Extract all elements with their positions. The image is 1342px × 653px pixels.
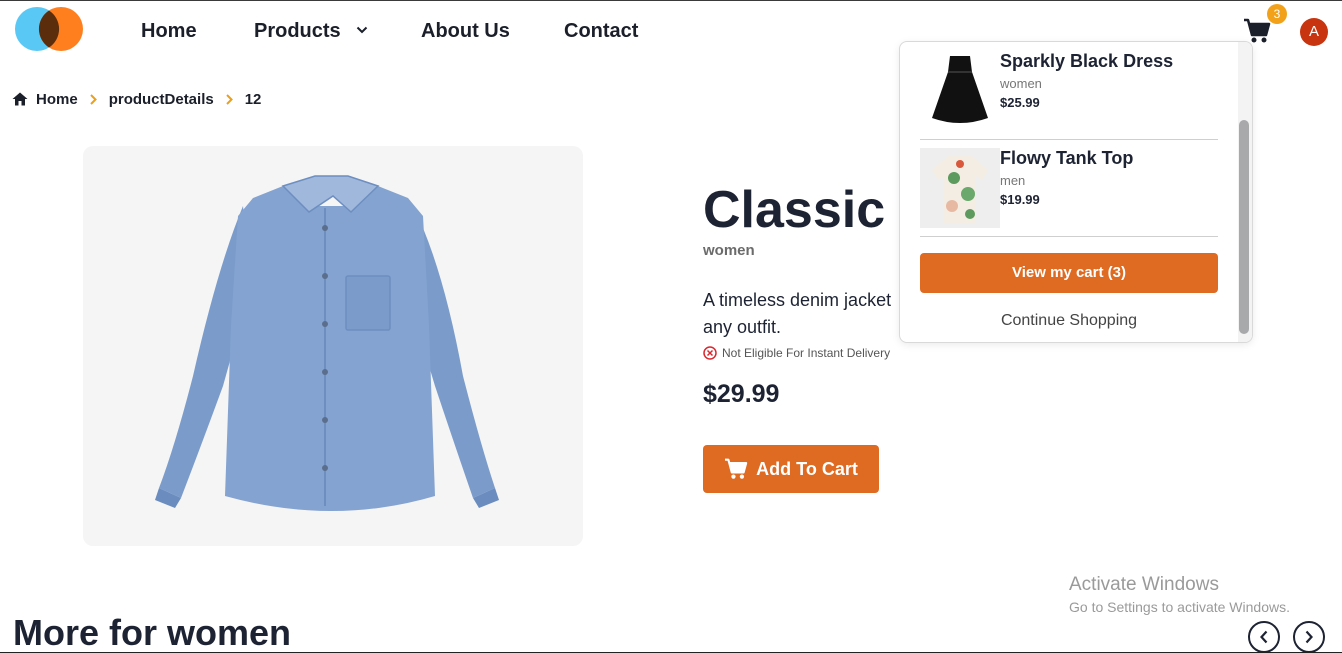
cart-item-category: women <box>1000 76 1042 91</box>
nav-home[interactable]: Home <box>141 20 197 43</box>
delivery-status: Not Eligible For Instant Delivery <box>703 346 890 360</box>
product-category: women <box>703 242 755 259</box>
breadcrumb-product-details[interactable]: productDetails <box>109 91 214 108</box>
cart-item-image <box>920 148 1000 228</box>
cart-item-image <box>920 50 1000 130</box>
nav-products-label: Products <box>254 20 341 42</box>
carousel-prev-button[interactable] <box>1248 621 1280 653</box>
activation-watermark: Activate Windows Go to Settings to activ… <box>1069 574 1290 615</box>
nav-about-us[interactable]: About Us <box>421 20 510 43</box>
chevron-right-icon <box>225 93 233 105</box>
chevron-down-icon <box>357 26 368 34</box>
divider <box>920 236 1218 237</box>
product-image-container <box>83 146 583 546</box>
breadcrumb-home[interactable]: Home <box>36 91 78 108</box>
cart-item-name: Flowy Tank Top <box>1000 148 1134 168</box>
cart-item-name: Sparkly Black Dress <box>1000 51 1174 71</box>
cart-item[interactable]: Sparkly Black Dress women $25.99 <box>920 42 1218 139</box>
product-description: A timeless denim jacket any outfit. <box>703 290 892 337</box>
cart-icon[interactable] <box>1243 18 1271 44</box>
cart-item[interactable]: Flowy Tank Top men $19.99 <box>920 139 1218 236</box>
chevron-left-icon <box>1260 630 1268 644</box>
add-to-cart-label: Add To Cart <box>756 458 858 479</box>
cart-icon <box>725 458 748 479</box>
carousel-next-button[interactable] <box>1293 621 1325 653</box>
nav-contact[interactable]: Contact <box>564 20 638 43</box>
breadcrumb-current-id: 12 <box>244 90 262 108</box>
chevron-right-icon <box>1305 630 1313 644</box>
denim-shirt-image <box>155 175 499 511</box>
continue-shopping-link[interactable]: Continue Shopping <box>920 312 1218 330</box>
related-heading: More for women <box>13 612 292 653</box>
x-circle-icon <box>703 346 717 360</box>
scrollbar-thumb[interactable] <box>1239 120 1249 334</box>
product-price: $29.99 <box>703 380 780 408</box>
cart-item-price: $19.99 <box>1000 192 1040 207</box>
nav-products[interactable]: Products <box>254 20 368 43</box>
watermark-subtitle: Go to Settings to activate Windows. <box>1069 599 1290 615</box>
brand-logo[interactable] <box>14 6 84 52</box>
chevron-right-icon <box>89 93 97 105</box>
delivery-status-text: Not Eligible For Instant Delivery <box>722 346 891 360</box>
watermark-title: Activate Windows <box>1069 574 1219 595</box>
cart-item-category: men <box>1000 173 1026 188</box>
home-icon <box>12 92 28 106</box>
view-cart-button[interactable]: View my cart (3) <box>920 253 1218 293</box>
user-avatar[interactable]: A <box>1300 18 1328 46</box>
cart-dropdown: Sparkly Black Dress women $25.99 Flowy T… <box>899 41 1253 343</box>
breadcrumb: Home productDetails 12 <box>12 89 261 109</box>
cart-count-badge: 3 <box>1267 4 1287 24</box>
cart-item-price: $25.99 <box>1000 95 1040 110</box>
add-to-cart-button[interactable]: Add To Cart <box>703 445 879 493</box>
